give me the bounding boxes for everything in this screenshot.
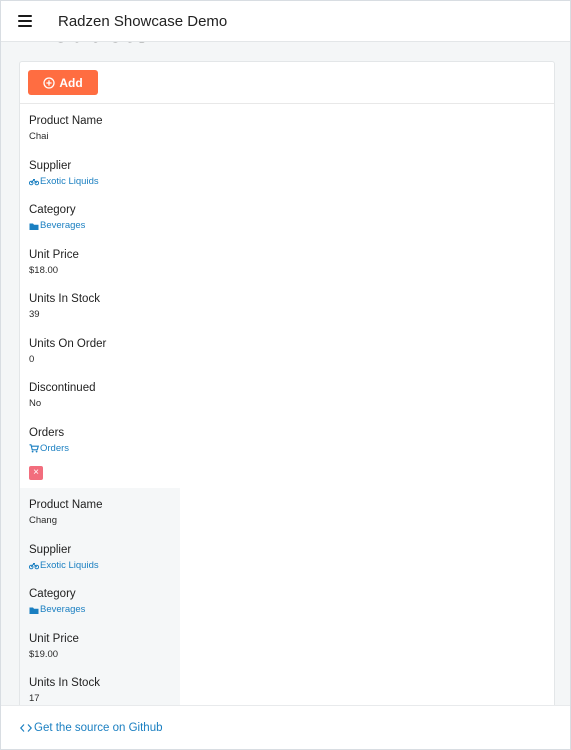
data-row: Product Name Chai Supplier Exotic Liquid… [20,107,180,469]
data-row: Product Name Chang Supplier Exotic Liqui… [20,488,180,712]
field-label: Unit Price [29,632,79,645]
category-link[interactable]: Beverages [29,219,180,233]
field-category: Category Beverages [29,586,180,631]
unit-price-value: $18.00 [29,264,59,276]
unit-price-value: $19.00 [29,648,59,660]
field-label: Supplier [29,159,72,172]
hamburger-menu-icon[interactable] [18,15,32,27]
field-product-name: Product Name Chai [29,113,180,158]
grid-toolbar: Add [20,62,554,104]
field-orders: Orders Orders [29,425,180,470]
add-button-label: Add [59,75,83,90]
supplier-link[interactable]: Exotic Liquids [29,175,180,189]
field-label: Category [29,204,76,216]
field-label: Discontinued [29,382,96,394]
bike-icon [29,563,39,570]
category-link-label: Beverages [40,220,86,231]
field-label: Product Name [29,499,103,511]
folder-icon [29,223,39,230]
category-link-label: Beverages [40,604,86,615]
orders-link-label: Orders [40,442,70,454]
field-value: No [29,397,180,411]
menu-bar [18,15,32,17]
field-label: Orders [29,426,65,439]
field-value: 0 [29,353,180,367]
field-value: 39 [29,308,180,322]
github-link-label: Get the source on Github [34,722,163,734]
delete-button[interactable]: × [29,466,43,480]
field-discontinued: Discontinued No [29,380,180,425]
field-supplier: Supplier Exotic Liquids [29,542,180,587]
field-product-name: Product Name Chang [29,497,180,542]
supplier-link-label: Exotic Liquids [40,559,99,571]
add-button[interactable]: Add [28,70,98,95]
field-label: Units In Stock [29,293,100,305]
supplier-link-label: Exotic Liquids [40,175,99,187]
field-label: Unit Price [29,248,79,261]
units-on-order-value: 0 [29,353,35,365]
field-unit-price: Unit Price $18.00 [29,247,180,292]
products-card: Add Product Name Chai Supplier Exotic Li… [19,61,555,713]
field-value: Chang [29,514,180,528]
field-value: $19.00 [29,648,180,662]
add-circle-icon [43,76,55,89]
orders-link[interactable]: Orders [29,442,180,456]
product-name-value: Chang [29,515,57,526]
bike-icon [29,179,39,186]
units-in-stock-value: 39 [29,309,40,320]
menu-bar [18,20,32,22]
field-label: Supplier [29,543,72,556]
app-window: Radzen Showcase Demo Products Add Produc… [0,0,571,750]
field-label: Units On Order [29,337,107,350]
field-value: $18.00 [29,264,180,278]
field-label: Category [29,588,76,600]
discontinued-value: No [29,398,42,409]
units-in-stock-value: 17 [29,693,40,704]
field-label: Product Name [29,115,103,127]
field-units-on-order: Units On Order 0 [29,336,180,381]
field-label: Units In Stock [29,677,100,689]
field-category: Category Beverages [29,202,180,247]
category-link[interactable]: Beverages [29,603,180,617]
folder-icon [29,607,39,614]
field-unit-price: Unit Price $19.00 [29,631,180,676]
field-supplier: Supplier Exotic Liquids [29,158,180,203]
github-source-link[interactable]: Get the source on Github [20,722,163,734]
top-bar: Radzen Showcase Demo [1,1,570,42]
field-units-in-stock: Units In Stock 39 [29,291,180,336]
footer: Get the source on Github [1,705,570,749]
cart-icon [29,444,39,453]
field-value: Chai [29,130,180,144]
field-value: 17 [29,692,180,706]
product-name-value: Chai [29,131,49,142]
app-title: Radzen Showcase Demo [58,12,228,30]
supplier-link[interactable]: Exotic Liquids [29,559,180,573]
menu-bar [18,25,32,27]
code-icon [20,724,32,732]
